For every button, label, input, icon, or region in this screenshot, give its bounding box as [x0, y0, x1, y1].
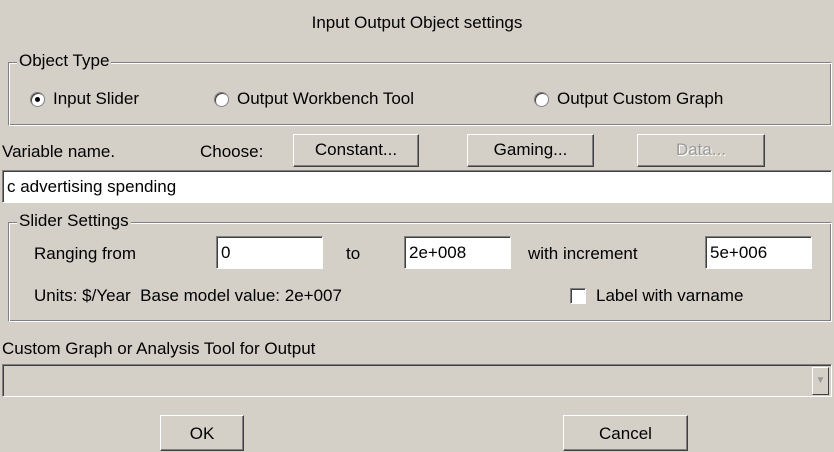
choose-label: Choose: [200, 142, 264, 161]
slider-settings-legend: Slider Settings [17, 211, 131, 230]
radio-output-workbench-tool[interactable]: Output Workbench Tool [214, 89, 414, 109]
chevron-down-icon[interactable]: ▼ [812, 367, 829, 395]
increment-label: with increment [528, 244, 638, 263]
increment-input[interactable] [705, 236, 812, 269]
variable-name-label: Variable name. [2, 142, 116, 161]
radio-input-slider-label: Input Slider [53, 89, 139, 108]
radio-dot-icon [30, 91, 45, 107]
custom-graph-select[interactable]: ▼ [2, 364, 832, 397]
radio-dot-icon [534, 91, 549, 107]
radio-output-workbench-label: Output Workbench Tool [237, 89, 415, 108]
custom-graph-label: Custom Graph or Analysis Tool for Output [2, 339, 316, 358]
range-from-input[interactable] [216, 236, 323, 269]
cancel-button[interactable]: Cancel [563, 415, 688, 451]
object-type-legend: Object Type [17, 51, 112, 70]
gaming-button[interactable]: Gaming... [467, 134, 594, 167]
variable-name-input[interactable] [2, 170, 832, 203]
label-with-varname-label: Label with varname [596, 286, 744, 305]
label-with-varname-checkbox[interactable]: Label with varname [570, 286, 743, 306]
checkbox-box [570, 288, 586, 304]
ok-button[interactable]: OK [160, 415, 244, 451]
radio-output-custom-graph[interactable]: Output Custom Graph [534, 89, 723, 109]
data-button[interactable]: Data... [637, 134, 765, 167]
radio-output-custom-graph-label: Output Custom Graph [557, 89, 724, 108]
range-to-input[interactable] [404, 236, 511, 269]
to-label: to [346, 244, 361, 263]
ranging-from-label: Ranging from [34, 244, 137, 263]
radio-input-slider[interactable]: Input Slider [30, 89, 139, 109]
dialog-title: Input Output Object settings [311, 13, 523, 32]
io-object-settings-dialog: Input Output Object settings Object Type… [0, 0, 834, 451]
constant-button[interactable]: Constant... [293, 134, 419, 167]
units-text: Units: $/Year Base model value: 2e+007 [34, 286, 342, 305]
radio-dot-icon [214, 91, 229, 107]
